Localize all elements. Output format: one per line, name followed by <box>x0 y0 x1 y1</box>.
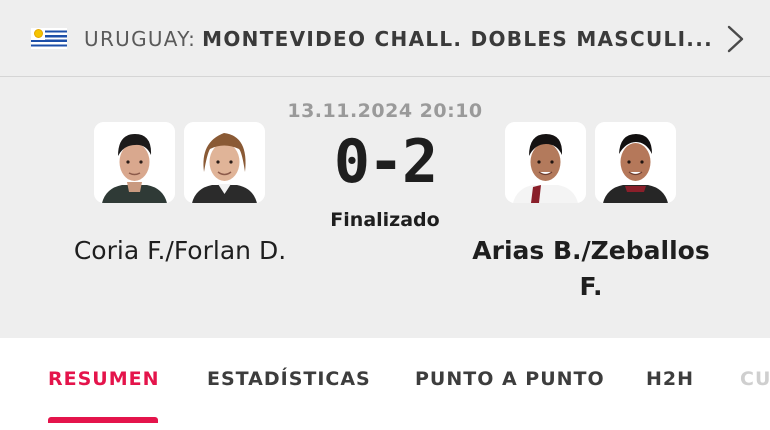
home-player-1-avatar[interactable] <box>94 122 175 203</box>
home-team-name[interactable]: Coria F./Forlan D. <box>40 233 320 269</box>
tournament-header[interactable]: URUGUAY: MONTEVIDEO CHALL. DOBLES MASCULI… <box>0 0 770 77</box>
match-score: 0-2 <box>333 127 438 197</box>
match-datetime: 13.11.2024 20:10 <box>287 100 483 122</box>
home-player-2-avatar[interactable] <box>184 122 265 203</box>
tab-estadisticas[interactable]: ESTADÍSTICAS <box>207 368 371 390</box>
tab-punto-a-punto[interactable]: PUNTO A PUNTO <box>415 368 605 390</box>
match-status: Finalizado <box>330 209 440 231</box>
match-summary: 13.11.2024 20:10 0-2 Finalizado Coria F.… <box>0 78 770 338</box>
uruguay-flag-icon <box>31 28 67 49</box>
tab-resumen[interactable]: RESUMEN <box>48 368 160 390</box>
breadcrumb-country[interactable]: URUGUAY <box>84 27 188 51</box>
away-player-1-avatar[interactable] <box>505 122 586 203</box>
match-tabs: RESUMEN ESTADÍSTICAS PUNTO A PUNTO H2H C… <box>0 338 770 430</box>
breadcrumb[interactable]: URUGUAY: MONTEVIDEO CHALL. DOBLES MASCULI… <box>84 26 713 52</box>
tab-cu[interactable]: CU <box>740 368 770 390</box>
away-player-2-avatar[interactable] <box>595 122 676 203</box>
breadcrumb-tournament[interactable]: MONTEVIDEO CHALL. DOBLES MASCULI... <box>202 27 713 51</box>
tab-h2h[interactable]: H2H <box>646 368 694 390</box>
chevron-right-icon[interactable] <box>724 24 748 54</box>
active-tab-indicator <box>48 417 158 423</box>
breadcrumb-separator: : <box>188 27 197 51</box>
away-team-name[interactable]: Arias B./Zeballos F. <box>462 233 720 305</box>
